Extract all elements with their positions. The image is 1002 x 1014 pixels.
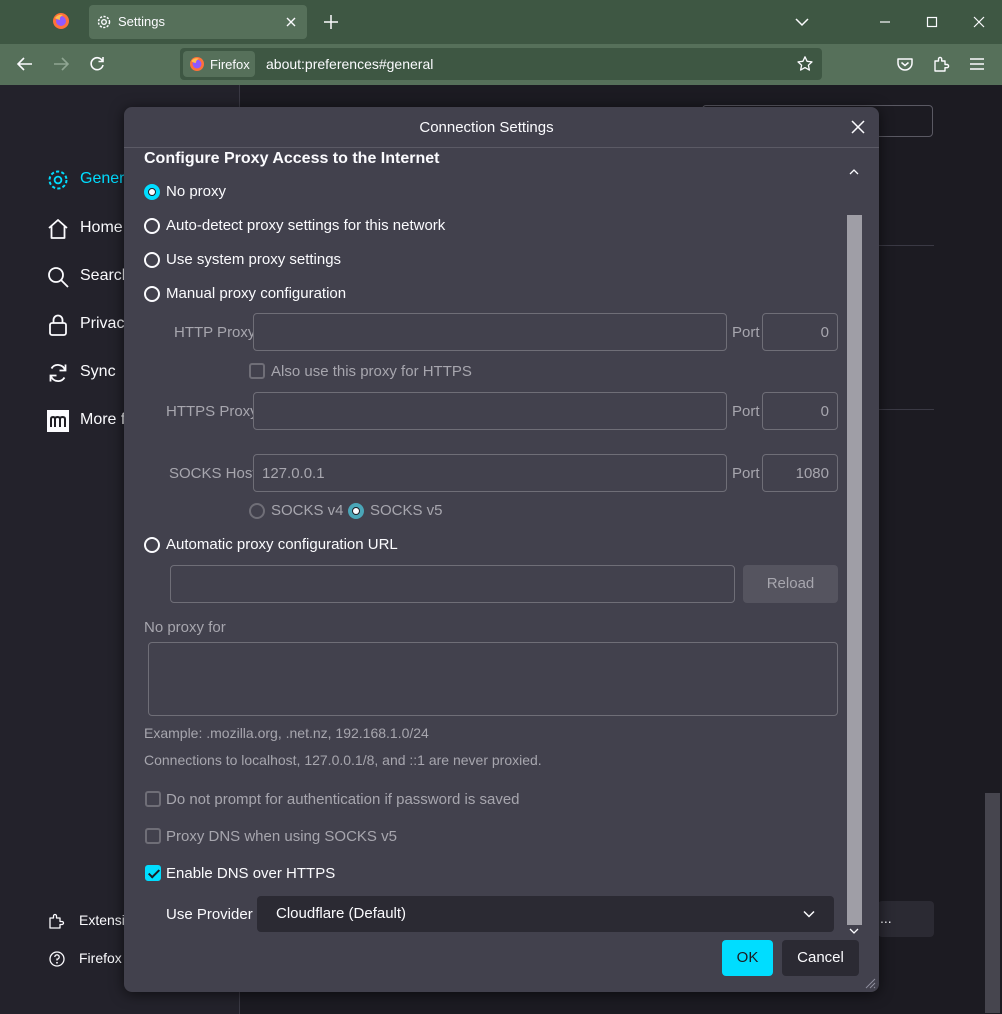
sidebar-item-label: More f (80, 411, 126, 428)
https-port-input[interactable]: 0 (762, 392, 838, 430)
scrollbar-thumb[interactable] (847, 215, 862, 925)
https-proxy-input[interactable] (253, 392, 727, 430)
forward-arrow-icon[interactable] (51, 54, 71, 74)
localhost-note: Connections to localhost, 127.0.0.1/8, a… (144, 752, 542, 768)
socks-port-label: Port (732, 465, 760, 482)
pocket-icon[interactable] (895, 54, 915, 74)
also-https-checkbox[interactable] (249, 363, 265, 379)
sidebar-item-label: Sync (80, 363, 116, 380)
http-port-label: Port (732, 324, 760, 341)
connection-settings-dialog: Connection Settings Configure Proxy Acce… (124, 107, 879, 992)
proxy-dns-label[interactable]: Proxy DNS when using SOCKS v5 (166, 828, 397, 845)
socks-port-input[interactable]: 1080 (762, 454, 838, 492)
sidebar-item-label: Home (80, 219, 123, 236)
identity-label: Firefox (210, 57, 250, 72)
help-icon (49, 951, 65, 967)
extensions-icon[interactable] (931, 54, 951, 74)
puzzle-icon (49, 913, 65, 929)
http-proxy-label: HTTP Proxy (174, 324, 256, 341)
divider (878, 245, 934, 246)
auto-detect-label[interactable]: Auto-detect proxy settings for this netw… (166, 217, 445, 234)
cancel-button[interactable]: Cancel (782, 940, 859, 976)
no-proxy-label[interactable]: No proxy (166, 183, 226, 200)
http-port-input[interactable]: 0 (762, 313, 838, 351)
radio-auto-config-url[interactable] (144, 537, 160, 553)
radio-no-proxy[interactable] (144, 184, 160, 200)
dialog-scrollbar[interactable] (845, 163, 863, 939)
resize-grip-icon[interactable] (864, 977, 876, 989)
provider-select[interactable]: Cloudflare (Default) (257, 896, 834, 932)
url-bar[interactable]: Firefox about:preferences#general (180, 48, 822, 80)
navigation-toolbar: Firefox about:preferences#general (0, 44, 1002, 85)
radio-manual-proxy[interactable] (144, 286, 160, 302)
auto-config-url-input[interactable] (170, 565, 735, 603)
new-tab-icon[interactable] (322, 13, 340, 31)
scroll-up-arrow-icon[interactable] (849, 167, 859, 177)
list-all-tabs-icon[interactable] (794, 14, 810, 30)
lock-icon (49, 314, 67, 336)
divider (878, 409, 934, 410)
enable-doh-checkbox[interactable] (145, 865, 161, 881)
auto-config-url-label[interactable]: Automatic proxy configuration URL (166, 536, 398, 553)
no-prompt-auth-checkbox[interactable] (145, 791, 161, 807)
socks-v4-label[interactable]: SOCKS v4 (271, 502, 344, 519)
back-arrow-icon[interactable] (15, 54, 35, 74)
no-proxy-for-textarea[interactable] (148, 642, 838, 716)
reload-button[interactable]: Reload (743, 565, 838, 603)
mozilla-icon (47, 410, 69, 432)
firefox-logo-icon (190, 57, 204, 71)
example-text: Example: .mozilla.org, .net.nz, 192.168.… (144, 725, 429, 741)
sidebar-item-label: Firefox (79, 950, 122, 966)
also-https-label[interactable]: Also use this proxy for HTTPS (271, 363, 472, 380)
search-icon (48, 267, 69, 288)
gear-icon (97, 15, 111, 29)
provider-selected-value: Cloudflare (Default) (276, 905, 407, 922)
reload-icon[interactable] (87, 54, 107, 74)
tab-settings[interactable]: Settings (89, 5, 307, 39)
manual-proxy-label[interactable]: Manual proxy configuration (166, 285, 346, 302)
minimize-icon[interactable] (877, 14, 893, 30)
chevron-down-icon (803, 910, 815, 918)
settings-button-label: ... (880, 910, 892, 926)
maximize-icon[interactable] (924, 14, 940, 30)
http-proxy-input[interactable] (253, 313, 727, 351)
tab-strip: Settings (0, 0, 1002, 44)
sync-icon (49, 364, 67, 382)
close-window-icon[interactable] (971, 14, 987, 30)
https-port-label: Port (732, 403, 760, 420)
radio-auto-detect[interactable] (144, 218, 160, 234)
radio-socks-v4[interactable] (249, 503, 265, 519)
system-proxy-label[interactable]: Use system proxy settings (166, 251, 341, 268)
proxy-dns-checkbox[interactable] (145, 828, 161, 844)
page-scrollbar-thumb[interactable] (985, 793, 1000, 1013)
no-proxy-for-label: No proxy for (144, 619, 226, 636)
tab-title: Settings (118, 14, 165, 29)
ok-button[interactable]: OK (722, 940, 773, 976)
enable-doh-label[interactable]: Enable DNS over HTTPS (166, 865, 335, 882)
scroll-down-arrow-icon[interactable] (849, 926, 859, 936)
close-tab-icon[interactable] (283, 14, 299, 30)
dialog-title: Connection Settings (419, 119, 554, 136)
hamburger-menu-icon[interactable] (967, 54, 987, 74)
gear-icon (48, 170, 68, 190)
socks-host-input[interactable]: 127.0.0.1 (253, 454, 727, 492)
https-proxy-label: HTTPS Proxy (166, 403, 258, 420)
socks-host-label: SOCKS Host (169, 465, 257, 482)
use-provider-label: Use Provider (166, 906, 253, 923)
settings-button[interactable]: ... (878, 901, 934, 937)
close-icon[interactable] (850, 119, 866, 135)
firefox-logo-icon[interactable] (52, 12, 70, 30)
bookmark-star-icon[interactable] (796, 55, 814, 73)
identity-box[interactable]: Firefox (183, 51, 255, 77)
no-prompt-auth-label[interactable]: Do not prompt for authentication if pass… (166, 791, 520, 808)
socks-v5-label[interactable]: SOCKS v5 (370, 502, 443, 519)
radio-system-proxy[interactable] (144, 252, 160, 268)
home-icon (48, 219, 68, 239)
url-text[interactable]: about:preferences#general (266, 56, 433, 72)
radio-socks-v5[interactable] (348, 503, 364, 519)
dialog-content: Configure Proxy Access to the Internet N… (124, 148, 879, 928)
section-header: Configure Proxy Access to the Internet (144, 150, 440, 167)
